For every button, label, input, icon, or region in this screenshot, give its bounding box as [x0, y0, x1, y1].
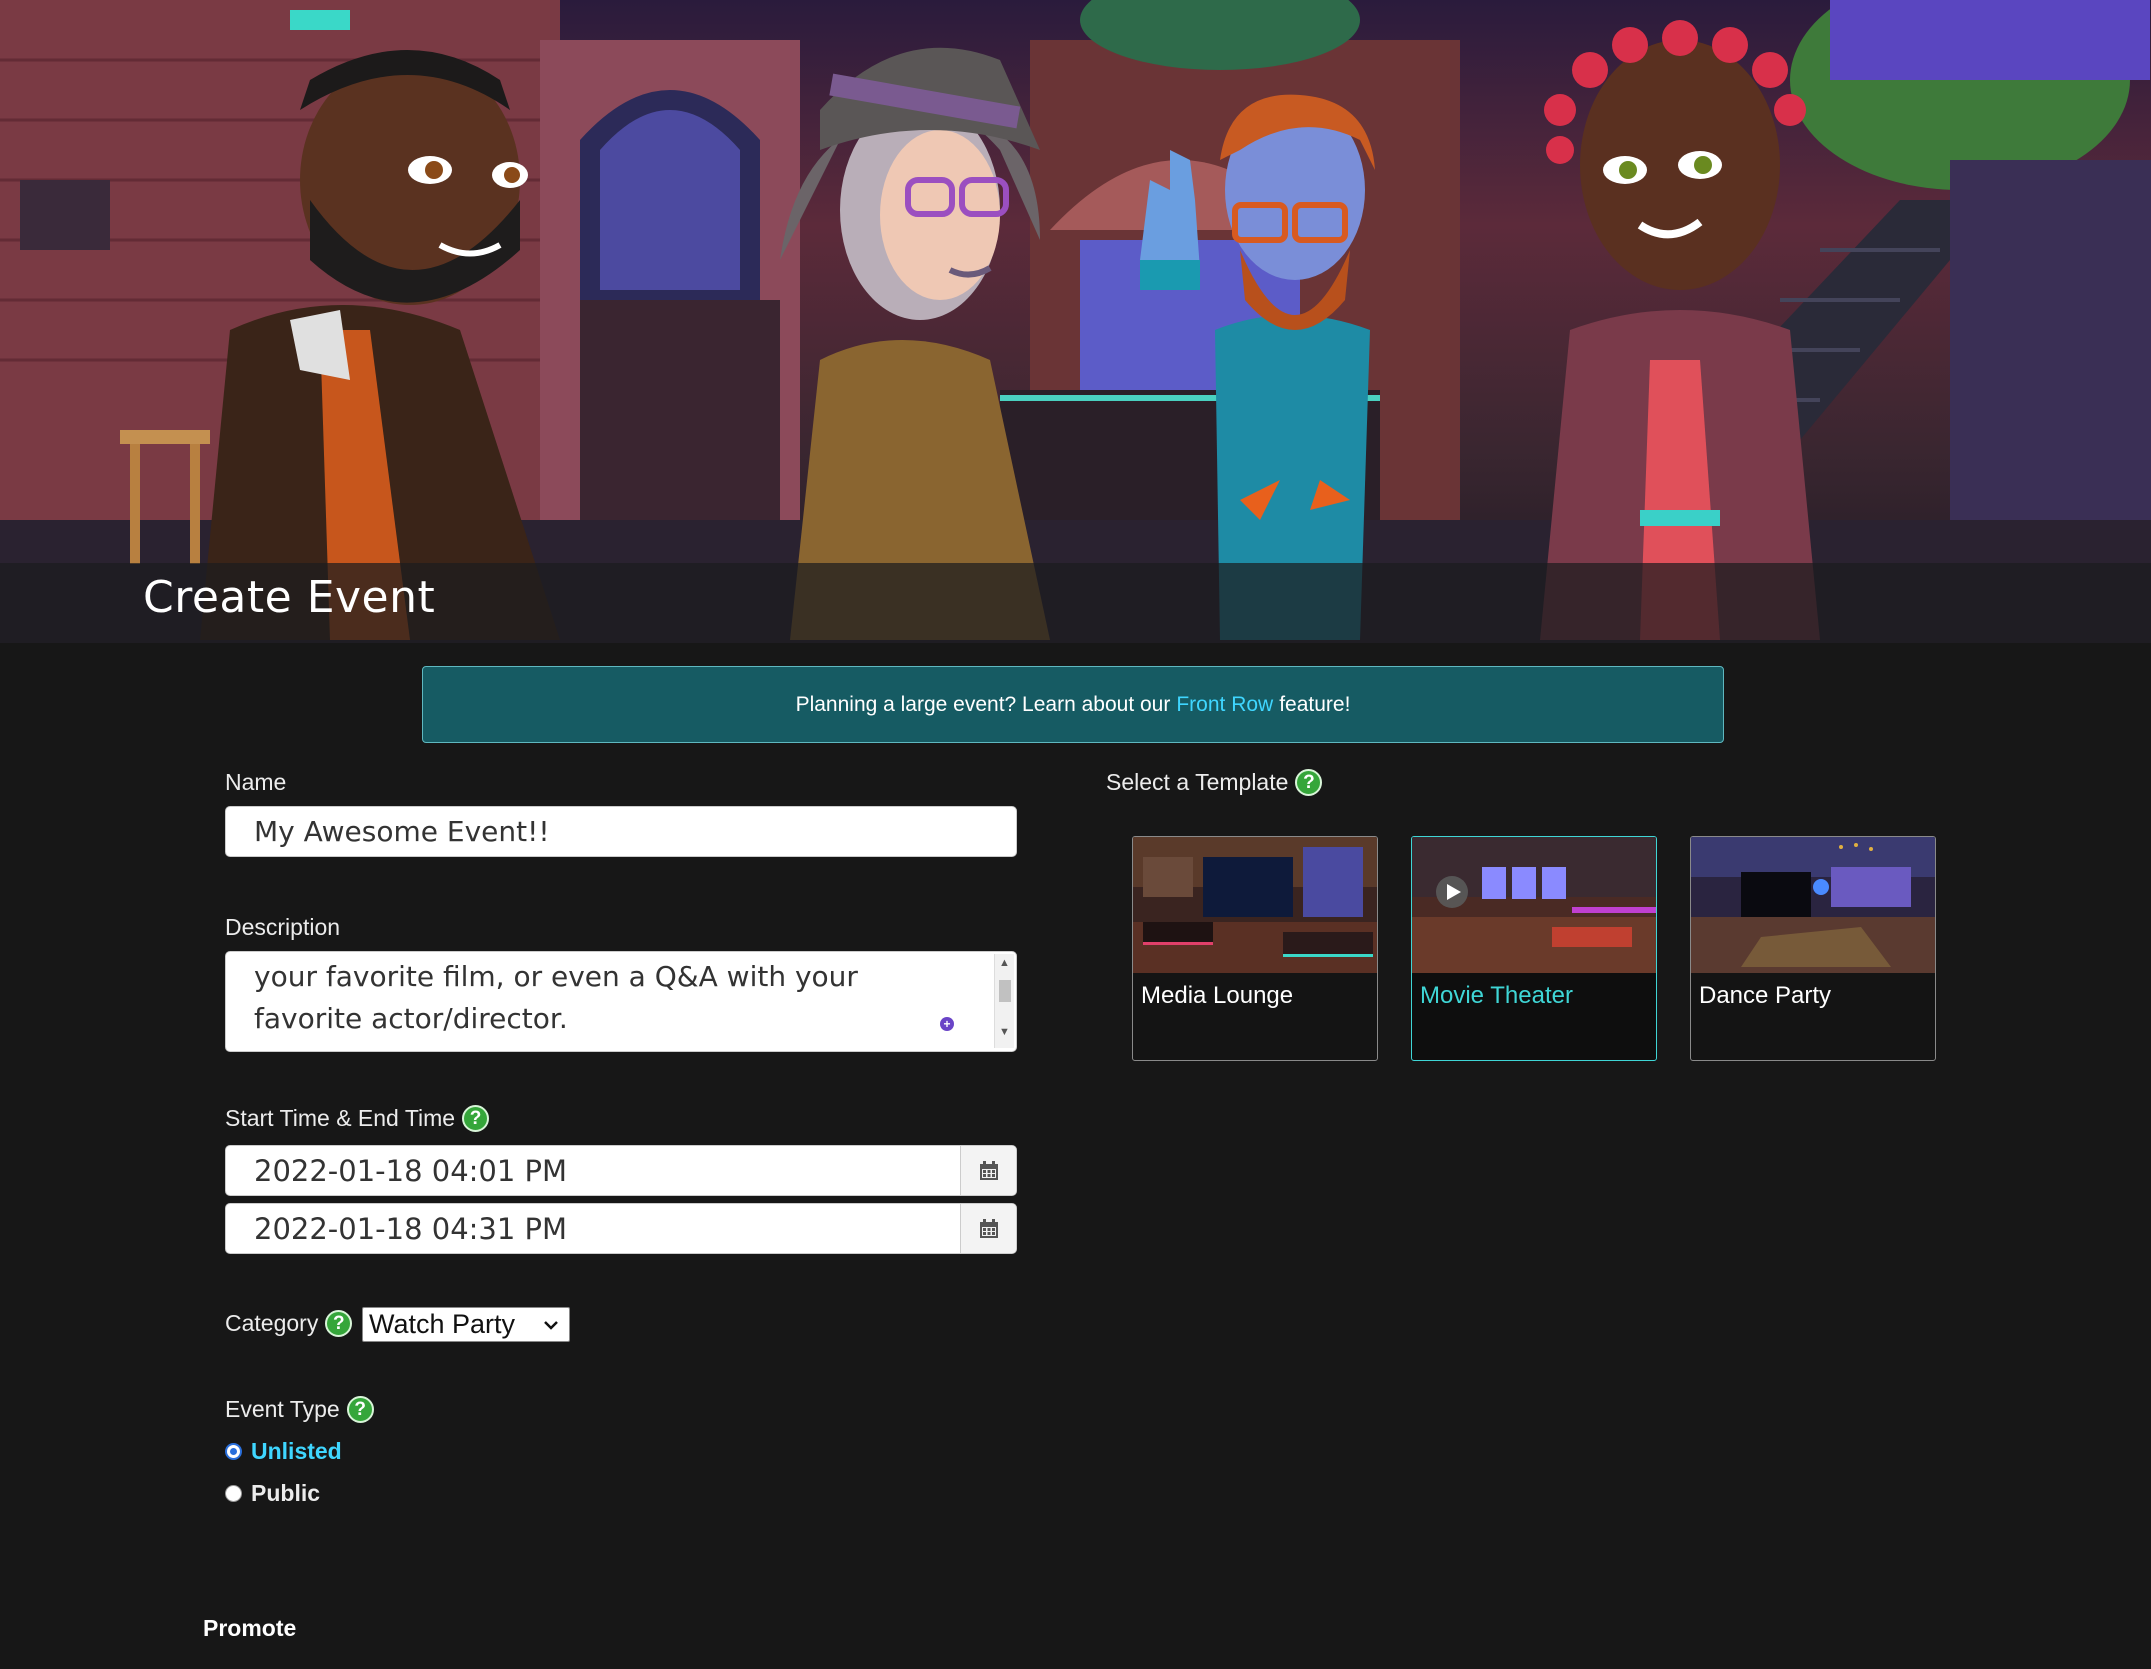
name-field[interactable] [225, 806, 1017, 857]
radio-button[interactable] [225, 1485, 242, 1502]
scroll-up-icon[interactable]: ▲ [999, 957, 1010, 969]
front-row-banner: Planning a large event? Learn about our … [422, 666, 1724, 743]
template-label-dance-party: Dance Party [1699, 982, 1832, 1009]
chevron-down-icon [544, 1320, 558, 1330]
radio-unlisted[interactable]: Unlisted [225, 1438, 342, 1465]
radio-public[interactable]: Public [225, 1480, 320, 1507]
end-time-field[interactable]: 2022-01-18 04:31 PM [225, 1203, 1017, 1254]
description-label: Description [225, 914, 341, 940]
end-time-value[interactable]: 2022-01-18 04:31 PM [226, 1204, 960, 1253]
template-dance-party[interactable]: Dance Party [1690, 836, 1936, 1061]
front-row-link[interactable]: Front Row [1176, 693, 1273, 717]
template-media-lounge[interactable]: Media Lounge [1132, 836, 1378, 1061]
time-label-text: Start Time & End Time [225, 1105, 456, 1131]
start-time-field[interactable]: 2022-01-18 04:01 PM [225, 1145, 1017, 1196]
template-label-text: Select a Template [1106, 769, 1289, 795]
category-label: Category ? [225, 1310, 353, 1337]
end-calendar-button[interactable] [960, 1204, 1016, 1253]
help-icon[interactable]: ? [462, 1105, 490, 1132]
description-scrollbar[interactable]: ▲ ▼ [994, 954, 1014, 1048]
description-field[interactable]: your favorite film, or even a Q&A with y… [225, 951, 1017, 1052]
event-type-label-text: Event Type [225, 1396, 340, 1422]
help-icon[interactable]: ? [1295, 769, 1323, 796]
banner-text-after: feature! [1279, 692, 1351, 716]
scroll-thumb[interactable] [999, 980, 1011, 1002]
template-thumbnail [1133, 837, 1377, 973]
name-label: Name [225, 769, 287, 795]
banner-text: Planning a large event? Learn about our [795, 692, 1171, 716]
calendar-icon [979, 1160, 998, 1180]
name-input[interactable] [254, 815, 988, 848]
category-select[interactable]: Watch Party [362, 1307, 570, 1342]
template-label-movie-theater: Movie Theater [1420, 982, 1573, 1009]
template-thumbnail [1412, 837, 1656, 973]
radio-button-selected[interactable] [225, 1443, 242, 1460]
event-type-label: Event Type ? [225, 1396, 374, 1423]
template-thumbnail [1691, 837, 1935, 973]
hero-illustration [0, 0, 2151, 643]
template-label-media-lounge: Media Lounge [1141, 982, 1294, 1009]
start-time-value[interactable]: 2022-01-18 04:01 PM [226, 1146, 960, 1195]
page-title: Create Event [143, 572, 436, 623]
start-calendar-button[interactable] [960, 1146, 1016, 1195]
scroll-down-icon[interactable]: ▼ [999, 1026, 1010, 1038]
radio-public-label: Public [251, 1480, 321, 1506]
hero-banner: Create Event [0, 0, 2151, 643]
promote-heading: Promote [203, 1615, 297, 1641]
description-line-1: your favorite film, or even a Q&A with y… [254, 960, 858, 993]
category-selected-value: Watch Party [369, 1309, 516, 1339]
description-line-2: favorite actor/director. [254, 1002, 568, 1035]
category-label-text: Category [225, 1310, 319, 1336]
calendar-icon [979, 1218, 998, 1238]
radio-unlisted-label: Unlisted [251, 1438, 342, 1464]
help-icon[interactable]: ? [325, 1310, 353, 1337]
time-label: Start Time & End Time ? [225, 1105, 490, 1132]
grammar-assistant-icon[interactable]: + [940, 1017, 954, 1031]
template-label: Select a Template ? [1106, 769, 1323, 796]
help-icon[interactable]: ? [346, 1396, 374, 1423]
template-movie-theater[interactable]: Movie Theater [1411, 836, 1657, 1061]
